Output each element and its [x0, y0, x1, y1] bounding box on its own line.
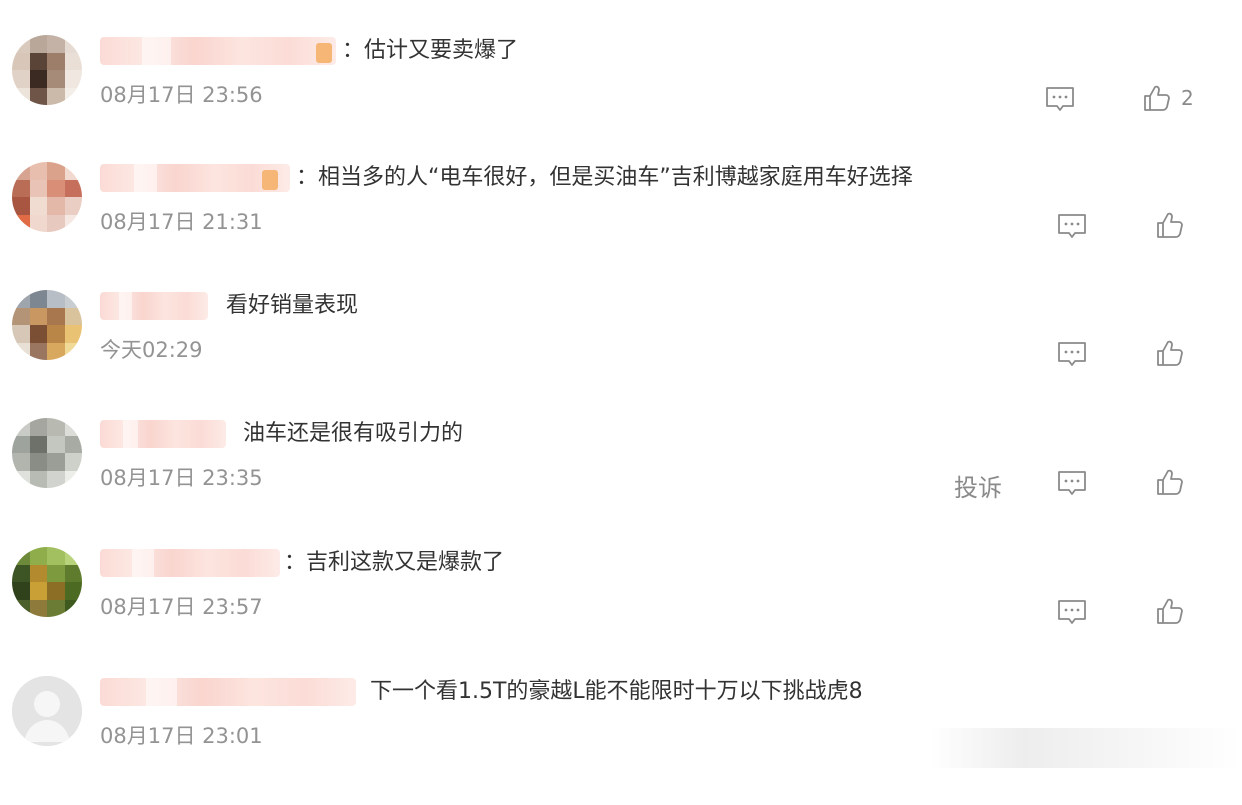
username-blurred[interactable]	[100, 678, 356, 706]
thumbs-up-icon	[1157, 469, 1183, 495]
thumbs-up-icon	[1157, 212, 1183, 238]
username-blurred[interactable]	[100, 420, 226, 448]
comment-item: ：相当多的人“电车很好，但是买油车”吉利博越家庭用车好选择 08月17日 21:…	[0, 162, 1242, 291]
comment-time: 08月17日 23:01	[100, 724, 263, 748]
avatar[interactable]	[12, 418, 82, 488]
vip-badge-icon	[316, 43, 332, 63]
reply-button[interactable]	[1055, 208, 1089, 242]
username-blurred[interactable]	[100, 37, 336, 65]
comment-text: ：估计又要卖爆了	[342, 38, 519, 63]
comment-icon	[1058, 600, 1086, 624]
comment-item: ：估计又要卖爆了 08月17日 23:56 2	[0, 35, 1242, 164]
comment-text: ：相当多的人“电车很好，但是买油车”吉利博越家庭用车好选择	[296, 165, 913, 190]
comment-text: 油车还是很有吸引力的	[243, 421, 464, 446]
comment-text: 下一个看1.5T的豪越L能不能限时十万以下挑战虎8	[370, 679, 863, 704]
username-blurred[interactable]	[100, 549, 280, 577]
reply-button[interactable]	[1055, 465, 1089, 499]
vip-badge-icon	[262, 170, 278, 190]
avatar[interactable]	[12, 676, 82, 746]
avatar[interactable]	[12, 162, 82, 232]
comment-time: 今天02:29	[100, 338, 203, 362]
thumbs-up-icon	[1144, 85, 1170, 111]
thumbs-up-icon	[1157, 340, 1183, 366]
report-button[interactable]: 投诉	[954, 468, 1002, 503]
comment-item: 油车还是很有吸引力的 08月17日 23:35 投诉	[0, 418, 1242, 547]
avatar[interactable]	[12, 547, 82, 617]
comment-item: 看好销量表现 今天02:29	[0, 290, 1242, 419]
thumbs-up-icon	[1157, 598, 1183, 624]
comment-item: ：吉利这款又是爆款了 08月17日 23:57	[0, 547, 1242, 676]
comment-icon	[1058, 342, 1086, 366]
blurred-area	[930, 728, 1242, 768]
like-button[interactable]	[1153, 336, 1187, 370]
like-button[interactable]	[1153, 594, 1187, 628]
comment-text: ：吉利这款又是爆款了	[284, 550, 505, 575]
comment-icon	[1046, 87, 1074, 111]
default-avatar-icon	[12, 676, 82, 746]
like-button[interactable]	[1140, 81, 1174, 115]
comment-icon	[1058, 214, 1086, 238]
comment-time: 08月17日 23:56	[100, 83, 263, 107]
comment-time: 08月17日 21:31	[100, 210, 263, 234]
avatar[interactable]	[12, 35, 82, 105]
like-button[interactable]	[1153, 465, 1187, 499]
comment-icon	[1058, 471, 1086, 495]
avatar[interactable]	[12, 290, 82, 360]
comment-time: 08月17日 23:35	[100, 466, 263, 490]
like-count: 2	[1181, 86, 1194, 110]
comment-text: 看好销量表现	[226, 293, 359, 318]
username-blurred[interactable]	[100, 292, 208, 320]
reply-button[interactable]	[1055, 594, 1089, 628]
comment-time: 08月17日 23:57	[100, 595, 263, 619]
like-button[interactable]	[1153, 208, 1187, 242]
reply-button[interactable]	[1055, 336, 1089, 370]
reply-button[interactable]	[1043, 81, 1077, 115]
